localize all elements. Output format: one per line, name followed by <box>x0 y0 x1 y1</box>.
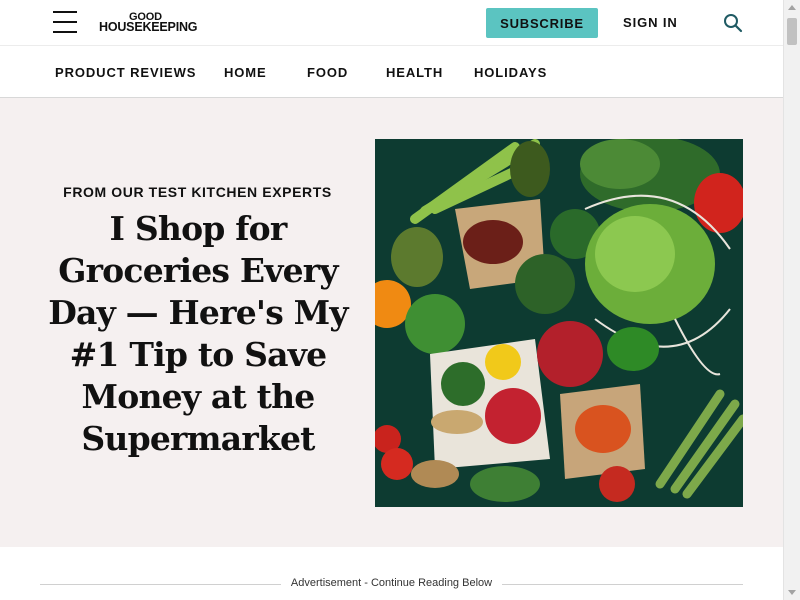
article-kicker: FROM OUR TEST KITCHEN EXPERTS <box>63 184 332 200</box>
scroll-up-arrow-icon[interactable] <box>788 5 796 10</box>
sign-in-link[interactable]: SIGN IN <box>623 15 678 30</box>
advertisement-divider: Advertisement - Continue Reading Below <box>40 577 743 591</box>
hamburger-menu-icon[interactable] <box>53 11 77 33</box>
nav-item-home[interactable]: HOME <box>224 65 267 80</box>
site-logo[interactable]: GOOD HOUSEKEEPING <box>99 12 198 34</box>
page-scrollbar[interactable] <box>783 0 800 600</box>
advertisement-label: Advertisement - Continue Reading Below <box>280 577 503 589</box>
scroll-down-arrow-icon[interactable] <box>788 590 796 595</box>
nav-item-food[interactable]: FOOD <box>307 65 348 80</box>
logo-line-2: HOUSEKEEPING <box>99 20 198 34</box>
search-icon[interactable] <box>723 13 743 33</box>
nav-item-product-reviews[interactable]: PRODUCT REVIEWS <box>55 65 196 80</box>
article-headline[interactable]: I Shop for Groceries Every Day — Here's … <box>32 208 364 460</box>
groceries-hero-image[interactable] <box>375 139 743 507</box>
top-bar: GOOD HOUSEKEEPING SUBSCRIBE SIGN IN <box>0 0 783 46</box>
scrollbar-thumb[interactable] <box>787 18 797 45</box>
nav-item-holidays[interactable]: HOLIDAYS <box>474 65 547 80</box>
nav-item-health[interactable]: HEALTH <box>386 65 443 80</box>
subscribe-button[interactable]: SUBSCRIBE <box>486 8 598 38</box>
main-nav: PRODUCT REVIEWS HOME FOOD HEALTH HOLIDAY… <box>0 46 783 98</box>
advertisement-label-wrapper: Advertisement - Continue Reading Below <box>40 577 743 589</box>
hero-section: FROM OUR TEST KITCHEN EXPERTS I Shop for… <box>0 98 783 547</box>
